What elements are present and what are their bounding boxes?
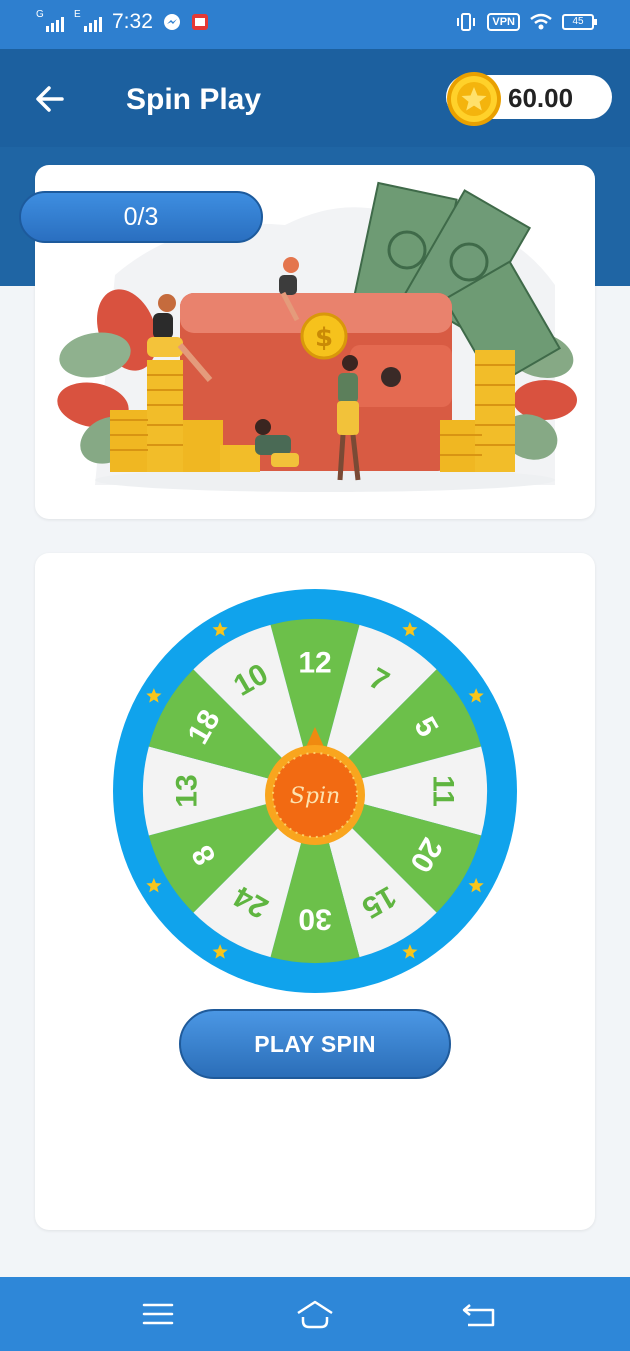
spin-wheel-card: 12 7 5 11 20 15 30 24 8 13 18 10 Spin — [35, 553, 595, 1230]
signal-icon: G — [36, 9, 64, 32]
coin-star-icon — [447, 72, 501, 126]
messenger-icon — [163, 14, 180, 30]
status-bar: G E 7:32 VPN 45 — [0, 0, 630, 49]
coin-balance-value: 60.00 — [508, 83, 574, 113]
spin-hub-label: Spin — [290, 784, 340, 809]
app-notification-icon — [191, 14, 208, 30]
menu-icon[interactable] — [138, 1299, 178, 1329]
vibrate-icon — [457, 13, 476, 31]
app-bar: Spin Play 60.00 — [0, 49, 630, 147]
wifi-icon — [530, 13, 552, 30]
return-icon[interactable] — [460, 1299, 500, 1329]
vpn-badge: VPN — [487, 13, 520, 31]
wheel-segment-label: 11 — [427, 775, 460, 807]
page-title: Spin Play — [126, 83, 262, 116]
battery-icon: 45 — [562, 14, 597, 30]
back-arrow-icon[interactable] — [30, 79, 70, 119]
play-spin-button[interactable]: PLAY SPIN — [179, 1009, 451, 1079]
home-icon[interactable] — [295, 1299, 335, 1329]
wheel-segment-label: 30 — [298, 903, 331, 936]
signal-icon-2: E — [74, 9, 102, 32]
system-nav-bar — [0, 1277, 630, 1351]
svg-text:$: $ — [315, 323, 333, 353]
spin-counter-badge: 0/3 — [19, 191, 263, 243]
clock: 7:32 — [112, 10, 153, 33]
wheel-segment-label: 12 — [298, 647, 331, 680]
wheel-segment-label: 13 — [171, 774, 204, 807]
spin-wheel[interactable]: 12 7511201530248131810 Spin — [105, 581, 525, 1001]
